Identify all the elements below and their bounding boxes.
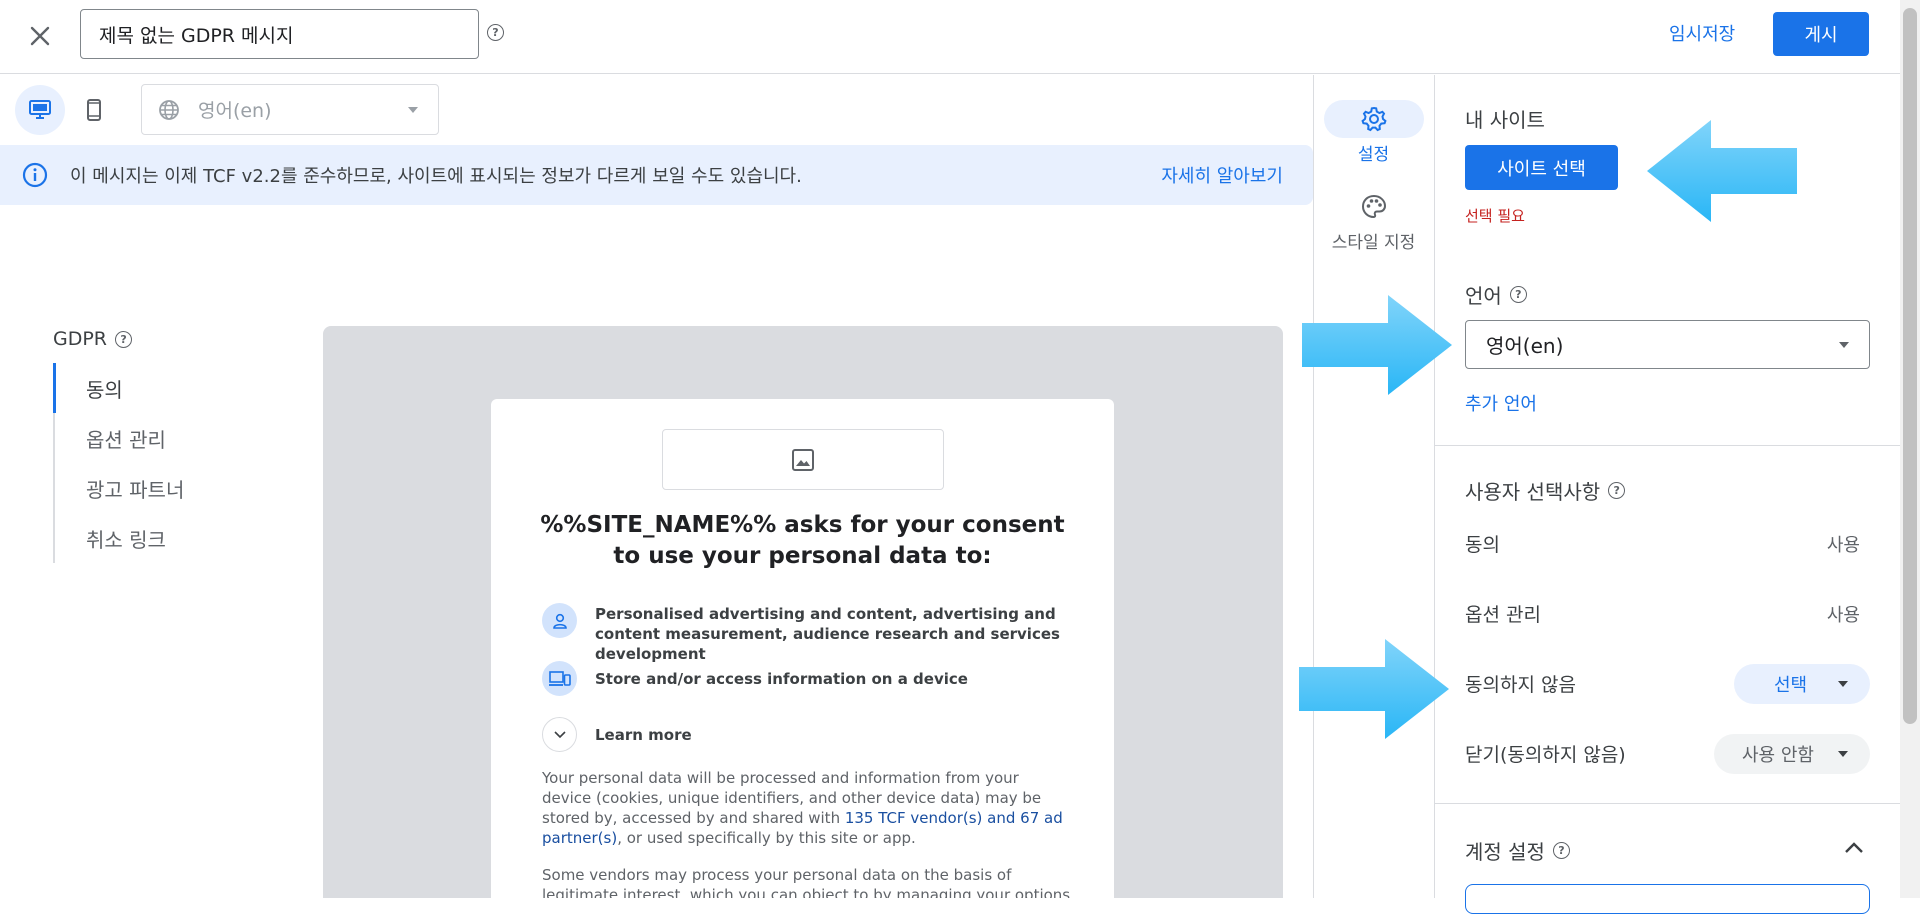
account-settings-label: 계정 설정 — [1465, 840, 1545, 864]
mobile-icon — [87, 99, 101, 121]
globe-icon — [159, 99, 179, 120]
purpose-item: Personalised advertising and content, ad… — [542, 603, 1072, 664]
person-icon — [542, 603, 577, 638]
nav-item-ad-partners[interactable]: 광고 파트너 — [55, 463, 253, 513]
devices-icon — [542, 661, 577, 696]
do-not-consent-chip: 선택 — [1734, 664, 1870, 704]
select-site-button[interactable]: 사이트 선택 — [1465, 145, 1618, 190]
settings-tab-icon-wrap — [1323, 100, 1424, 138]
close-icon — [30, 26, 50, 46]
divider — [1435, 445, 1900, 446]
account-settings-heading[interactable]: 계정 설정 ? — [1465, 836, 1570, 865]
nav-item-manage-options[interactable]: 옵션 관리 — [55, 413, 253, 463]
tab-settings-label: 설정 — [1357, 145, 1390, 165]
account-settings-field[interactable] — [1465, 884, 1870, 914]
chevron-down-icon — [1839, 341, 1849, 348]
purpose-text: Personalised advertising and content, ad… — [595, 605, 1060, 663]
tab-styling[interactable]: 스타일 지정 — [1313, 188, 1434, 253]
do-not-consent-value: 선택 — [1774, 675, 1808, 696]
required-error-text: 선택 필요 — [1465, 207, 1525, 225]
close-button[interactable] — [20, 16, 60, 56]
annotation-arrow-left-icon — [1647, 120, 1797, 222]
desktop-icon — [29, 100, 51, 119]
nav-item-consent[interactable]: 동의 — [53, 363, 253, 413]
image-icon — [792, 448, 814, 471]
chevron-down-icon — [542, 717, 577, 752]
annotation-arrow-right-icon — [1302, 295, 1452, 395]
chevron-down-icon — [408, 106, 418, 113]
chevron-up-icon[interactable] — [1844, 842, 1864, 854]
styling-tab-icon-wrap — [1324, 188, 1424, 226]
learn-more-text: Learn more — [595, 726, 692, 744]
help-icon[interactable]: ? — [1608, 482, 1626, 499]
divider — [1434, 75, 1435, 898]
app-header: ? 임시저장 게시 — [0, 0, 1900, 74]
choice-manage-options-value: 사용 — [1826, 605, 1860, 626]
language-heading: 언어 ? — [1465, 280, 1527, 309]
message-preview: %%SITE_NAME%% asks for your consent to u… — [323, 326, 1283, 898]
site-logo-placeholder[interactable] — [662, 429, 944, 490]
paragraph-text: , or used specifically by this site or a… — [617, 829, 916, 847]
tcf-info-banner: 이 메시지는 이제 TCF v2.2를 준수하므로, 사이트에 표시되는 정보가… — [0, 145, 1313, 205]
message-section-nav: 동의 옵션 관리 광고 파트너 취소 링크 — [53, 363, 253, 563]
chevron-down-icon — [1838, 681, 1848, 687]
choice-consent-value: 사용 — [1826, 535, 1860, 556]
divider — [1435, 803, 1900, 804]
user-choices-heading: 사용자 선택사항 ? — [1465, 476, 1626, 505]
tab-settings[interactable]: 설정 — [1313, 100, 1434, 165]
preview-language-value: 영어(en) — [198, 100, 272, 122]
nav-item-revocation-link[interactable]: 취소 링크 — [55, 513, 253, 563]
gear-icon — [1360, 106, 1387, 132]
preview-toolbar: 영어(en) — [0, 75, 1313, 144]
data-processing-paragraph: Your personal data will be processed and… — [542, 768, 1072, 848]
help-icon[interactable]: ? — [1552, 842, 1570, 859]
consent-card: %%SITE_NAME%% asks for your consent to u… — [491, 399, 1114, 898]
purpose-text: Store and/or access information on a dev… — [595, 670, 968, 688]
tab-styling-label: 스타일 지정 — [1331, 233, 1416, 253]
gdpr-heading-text: GDPR — [53, 328, 108, 350]
user-choices-label: 사용자 선택사항 — [1465, 480, 1601, 504]
purpose-item: Store and/or access information on a dev… — [542, 661, 1072, 696]
learn-more-toggle[interactable]: Learn more — [542, 717, 1072, 752]
message-title-input[interactable] — [80, 9, 479, 59]
preview-language-select[interactable]: 영어(en) — [141, 84, 439, 135]
close-choice-value: 사용 안함 — [1742, 745, 1814, 766]
learn-more-link[interactable]: 자세히 알아보기 — [1161, 162, 1283, 188]
banner-text: 이 메시지는 이제 TCF v2.2를 준수하므로, 사이트에 표시되는 정보가… — [70, 166, 802, 187]
choice-manage-options-label: 옵션 관리 — [1465, 604, 1541, 626]
close-choice-select[interactable]: 사용 안함 — [1714, 734, 1870, 774]
language-dropdown[interactable]: 영어(en) — [1465, 320, 1870, 369]
save-draft-button[interactable]: 임시저장 — [1655, 12, 1749, 54]
choice-consent-label: 동의 — [1465, 534, 1500, 556]
choice-do-not-consent-label: 동의하지 않음 — [1465, 674, 1576, 696]
legitimate-interest-paragraph: Some vendors may process your personal d… — [542, 866, 1071, 898]
scrollbar-thumb[interactable] — [1903, 8, 1917, 724]
publish-button[interactable]: 게시 — [1773, 12, 1869, 56]
help-icon[interactable]: ? — [1509, 286, 1527, 303]
add-language-link[interactable]: 추가 언어 — [1465, 390, 1537, 416]
close-choice-chip: 사용 안함 — [1714, 734, 1870, 774]
help-icon[interactable]: ? — [487, 24, 504, 41]
gdpr-heading: GDPR ? — [53, 328, 133, 350]
do-not-consent-select[interactable]: 선택 — [1734, 664, 1870, 704]
desktop-view-button[interactable] — [15, 85, 65, 135]
my-site-label: 내 사이트 — [1465, 108, 1545, 132]
language-label: 언어 — [1465, 284, 1502, 308]
chevron-down-icon — [1838, 751, 1848, 757]
palette-icon — [1361, 194, 1386, 219]
language-value: 영어(en) — [1486, 334, 1564, 358]
choice-close-label: 닫기(동의하지 않음) — [1465, 744, 1626, 766]
info-icon — [22, 162, 48, 188]
annotation-arrow-right-icon — [1299, 639, 1449, 739]
help-icon[interactable]: ? — [115, 330, 133, 348]
mobile-view-button[interactable] — [69, 85, 119, 135]
consent-title: %%SITE_NAME%% asks for your consent to u… — [540, 512, 1065, 569]
